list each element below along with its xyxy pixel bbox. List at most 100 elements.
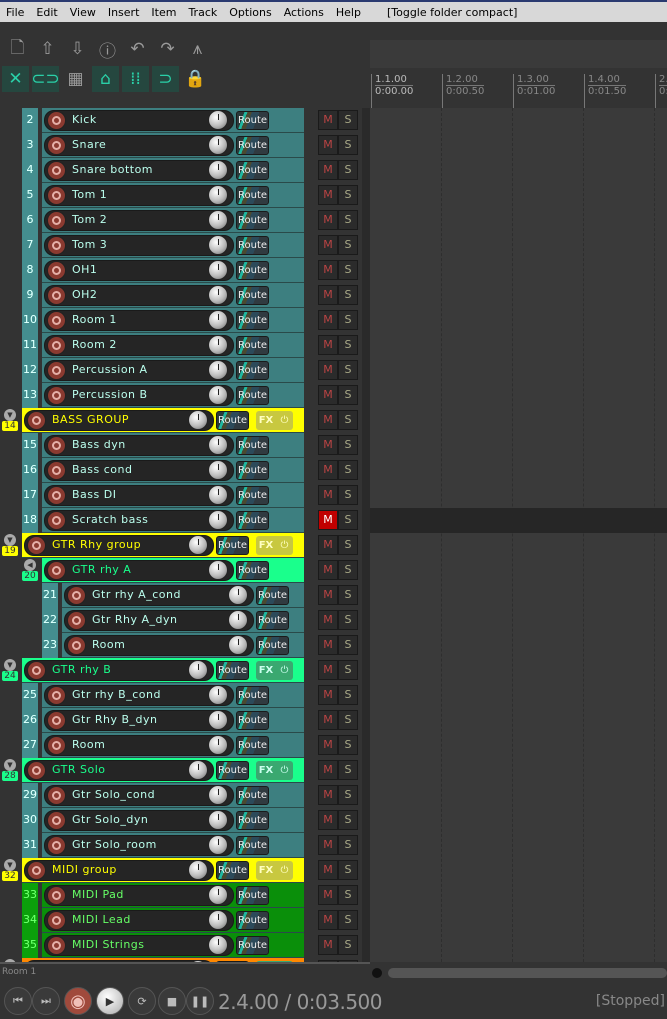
track-row[interactable]: ▼ 28 GTR Solo Route FX ⏻ M S	[0, 758, 362, 783]
route-button[interactable]: Route	[236, 261, 269, 280]
mute-button[interactable]: M	[318, 835, 338, 855]
track-row[interactable]: 7 Tom 3 Route M S	[0, 233, 362, 258]
mute-button[interactable]: M	[318, 435, 338, 455]
record-arm-icon[interactable]	[47, 886, 66, 905]
fx-bypass-icon[interactable]: ⏻	[276, 865, 293, 876]
volume-knob[interactable]	[208, 360, 228, 380]
record-arm-icon[interactable]	[27, 861, 46, 880]
route-button[interactable]: Route	[216, 536, 249, 555]
record-arm-icon[interactable]	[47, 111, 66, 130]
record-arm-icon[interactable]	[47, 461, 66, 480]
volume-knob[interactable]	[188, 410, 208, 430]
record-arm-icon[interactable]	[47, 261, 66, 280]
mute-button[interactable]: M	[318, 710, 338, 730]
volume-knob[interactable]	[208, 285, 228, 305]
crossfade-icon[interactable]: ✕	[2, 66, 29, 92]
track-row[interactable]: 35 MIDI Strings Route M S	[0, 933, 362, 958]
info-icon[interactable]: ⓘ	[94, 36, 121, 62]
record-arm-icon[interactable]	[47, 511, 66, 530]
selected-track-lane[interactable]	[370, 508, 667, 533]
solo-button[interactable]: S	[338, 185, 358, 205]
mute-button[interactable]: M	[318, 660, 338, 680]
timeline-ruler[interactable]: 1.1.00 0:00.00 1.2.00 0:00.50 1.3.00 0:01.00 1…	[370, 68, 667, 108]
track-row[interactable]: 21 Gtr rhy A_cond Route M S	[0, 583, 362, 608]
solo-button[interactable]: S	[338, 935, 358, 955]
volume-knob[interactable]	[208, 235, 228, 255]
mute-button[interactable]: M	[318, 910, 338, 930]
track-row[interactable]: 2 Kick Route M S	[0, 108, 362, 133]
route-button[interactable]: Route	[216, 761, 249, 780]
solo-button[interactable]: S	[338, 785, 358, 805]
solo-button[interactable]: S	[338, 235, 358, 255]
volume-knob[interactable]	[208, 510, 228, 530]
route-button[interactable]: Route	[236, 386, 269, 405]
solo-button[interactable]: S	[338, 860, 358, 880]
record-arm-icon[interactable]	[47, 361, 66, 380]
record-arm-icon[interactable]	[27, 761, 46, 780]
mute-button[interactable]: M	[318, 810, 338, 830]
volume-knob[interactable]	[208, 485, 228, 505]
route-button[interactable]: Route	[236, 211, 269, 230]
folder-collapse-icon[interactable]: ▼	[4, 659, 16, 671]
volume-knob[interactable]	[188, 535, 208, 555]
record-arm-icon[interactable]	[47, 211, 66, 230]
route-button[interactable]: Route	[236, 511, 269, 530]
ripple-icon[interactable]: ⊃	[152, 66, 179, 92]
fx-button[interactable]: FX⏻	[256, 761, 293, 780]
fx-button[interactable]: FX⏻	[256, 861, 293, 880]
track-row[interactable]: 15 Bass dyn Route M S	[0, 433, 362, 458]
horizontal-scrollbar[interactable]	[370, 966, 667, 981]
folder-collapse-icon[interactable]: ▼	[4, 759, 16, 771]
save-project-icon[interactable]: ⇩	[64, 36, 91, 62]
route-button[interactable]: Route	[236, 911, 269, 930]
track-row[interactable]: 34 MIDI Lead Route M S	[0, 908, 362, 933]
solo-button[interactable]: S	[338, 685, 358, 705]
solo-button[interactable]: S	[338, 585, 358, 605]
folder-collapse-icon[interactable]: ◀	[24, 559, 36, 571]
mute-button[interactable]: M	[318, 235, 338, 255]
record-arm-icon[interactable]	[47, 161, 66, 180]
record-arm-icon[interactable]	[47, 686, 66, 705]
track-row[interactable]: ▼ 14 BASS GROUP Route FX ⏻ M S	[0, 408, 362, 433]
volume-knob[interactable]	[208, 560, 228, 580]
record-arm-icon[interactable]	[47, 786, 66, 805]
record-arm-icon[interactable]	[47, 186, 66, 205]
volume-knob[interactable]	[208, 185, 228, 205]
route-button[interactable]: Route	[236, 111, 269, 130]
scroll-thumb[interactable]	[388, 968, 667, 978]
fx-bypass-icon[interactable]: ⏻	[276, 540, 293, 551]
route-button[interactable]: Route	[256, 586, 289, 605]
mute-button[interactable]: M	[318, 485, 338, 505]
track-row[interactable]: 25 Gtr rhy B_cond Route M S	[0, 683, 362, 708]
solo-button[interactable]: S	[338, 910, 358, 930]
play-icon[interactable]: ▶	[96, 987, 124, 1015]
route-button[interactable]: Route	[256, 636, 289, 655]
fx-button[interactable]: FX⏻	[256, 661, 293, 680]
mute-button[interactable]: M	[318, 860, 338, 880]
record-arm-icon[interactable]	[67, 586, 86, 605]
track-row[interactable]: 6 Tom 2 Route M S	[0, 208, 362, 233]
mute-button[interactable]: M	[318, 210, 338, 230]
tcp-scrollbar[interactable]	[362, 108, 370, 962]
route-button[interactable]: Route	[256, 611, 289, 630]
grid-icon[interactable]: ▦	[62, 66, 89, 92]
track-row[interactable]: 33 MIDI Pad Route M S	[0, 883, 362, 908]
mute-button[interactable]: M	[318, 310, 338, 330]
record-arm-icon[interactable]	[67, 636, 86, 655]
stop-icon[interactable]: ■	[158, 987, 186, 1015]
solo-button[interactable]: S	[338, 460, 358, 480]
solo-button[interactable]: S	[338, 410, 358, 430]
route-button[interactable]: Route	[236, 136, 269, 155]
volume-knob[interactable]	[188, 860, 208, 880]
solo-button[interactable]: S	[338, 510, 358, 530]
mute-button[interactable]: M	[318, 510, 338, 530]
go-to-end-icon[interactable]: ⏭	[32, 987, 60, 1015]
menu-togglefoldercompact[interactable]: [Toggle folder compact]	[381, 6, 523, 19]
volume-knob[interactable]	[208, 160, 228, 180]
menu-edit[interactable]: Edit	[30, 6, 63, 19]
new-project-icon[interactable]: 🗋	[4, 36, 31, 62]
menu-insert[interactable]: Insert	[102, 6, 146, 19]
mute-button[interactable]: M	[318, 260, 338, 280]
mute-button[interactable]: M	[318, 935, 338, 955]
repeat-icon[interactable]: ⟳	[128, 987, 156, 1015]
